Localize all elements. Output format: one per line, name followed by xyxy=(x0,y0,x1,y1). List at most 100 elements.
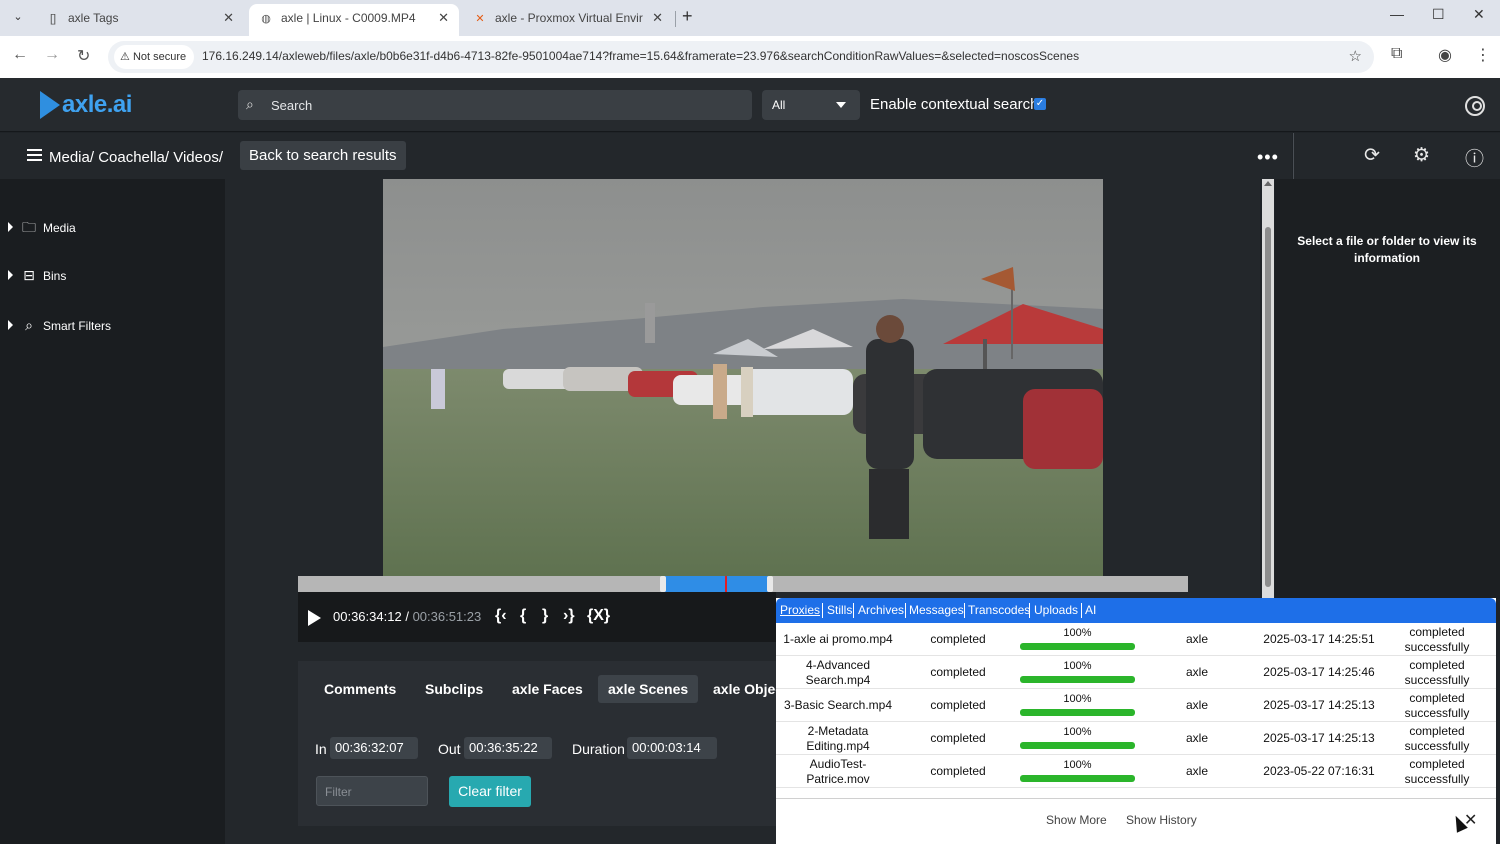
show-more-link[interactable]: Show More xyxy=(1046,813,1107,827)
omnibox[interactable]: ⚠ Not secure 176.16.249.14/axleweb/files… xyxy=(108,41,1374,73)
browser-tab-2[interactable]: ◍ axle | Linux - C0009.MP4 ✕ xyxy=(249,4,459,36)
breadcrumb[interactable]: Media/ Coachella/ Videos/ xyxy=(49,149,223,166)
job-progress-bar xyxy=(1020,742,1135,749)
job-progress-bar xyxy=(1020,643,1135,650)
tab-comments[interactable]: Comments xyxy=(314,675,406,703)
close-tab-icon[interactable]: ✕ xyxy=(652,4,663,32)
browser-tab-1[interactable]: [] axle Tags ✕ xyxy=(36,4,244,36)
timeline-playhead[interactable] xyxy=(725,576,727,592)
search-scope-select[interactable]: All xyxy=(762,90,860,120)
set-in-icon[interactable]: { xyxy=(520,607,526,625)
info-icon[interactable]: ⓘ xyxy=(1465,144,1484,171)
maximize-icon[interactable]: ☐ xyxy=(1432,6,1445,23)
filter-input[interactable]: Filter xyxy=(316,776,428,806)
timeline-selection[interactable] xyxy=(663,576,770,592)
show-history-link[interactable]: Show History xyxy=(1126,813,1197,827)
back-to-results-button[interactable]: Back to search results xyxy=(240,141,406,170)
address-bar-row: ← → ↻ ⚠ Not secure 176.16.249.14/axleweb… xyxy=(0,36,1500,78)
new-tab-icon[interactable]: + xyxy=(682,6,693,27)
expand-arrow-icon[interactable] xyxy=(8,222,13,232)
tab-search-button[interactable]: ⌄ xyxy=(8,6,28,28)
jobs-tab-uploads[interactable]: Uploads xyxy=(1034,603,1078,617)
job-time: 2025-03-17 14:25:13 xyxy=(1263,731,1375,745)
job-row[interactable]: 2-Metadata Editing.mp4 completed 100% ax… xyxy=(776,722,1496,755)
tab-axle-scenes[interactable]: axle Scenes xyxy=(598,675,699,703)
user-account-icon[interactable] xyxy=(1465,96,1485,116)
timecode: 00:36:34:12 / 00:36:51:23 xyxy=(333,609,481,624)
job-row[interactable]: 3-Basic Search.mp4 completed 100% axle 2… xyxy=(776,689,1496,722)
jobs-tab-stills[interactable]: Stills xyxy=(827,603,852,617)
back-arrow-icon[interactable]: ← xyxy=(12,46,28,64)
out-label: Out xyxy=(438,741,461,757)
timeline-in-handle[interactable] xyxy=(660,576,666,592)
url-text[interactable]: 176.16.249.14/axleweb/files/axle/b0b6e31… xyxy=(202,49,1079,63)
job-result: completed successfully xyxy=(1404,691,1470,720)
browser-menu-icon[interactable]: ⋮ xyxy=(1475,45,1491,65)
sidebar-item-media[interactable]: 🗀 Media xyxy=(8,217,76,237)
hamburger-menu-icon[interactable] xyxy=(27,149,42,161)
jobs-tab-archives[interactable]: Archives xyxy=(858,603,904,617)
minimize-icon[interactable]: — xyxy=(1390,6,1404,22)
job-progress-text: 100% xyxy=(1063,660,1092,672)
tab-axle-faces[interactable]: axle Faces xyxy=(502,675,593,703)
job-file: AudioTest-Patrice.mov xyxy=(806,757,870,786)
jobs-tab-proxies[interactable]: Proxies xyxy=(780,603,820,617)
logo-chevron-icon xyxy=(40,91,60,119)
profile-icon[interactable]: ◉ xyxy=(1438,45,1452,65)
duration-field: 00:00:03:14 xyxy=(627,737,717,759)
jobs-footer: Show More Show History ✕ xyxy=(776,798,1496,844)
extensions-icon[interactable]: ⧉ xyxy=(1391,45,1402,63)
settings-gear-icon[interactable]: ⚙ xyxy=(1413,144,1430,167)
go-to-in-icon[interactable]: {‹ xyxy=(495,607,507,625)
in-timecode-field[interactable]: 00:36:32:07 xyxy=(330,737,418,759)
job-status: completed xyxy=(930,731,986,745)
security-chip[interactable]: ⚠ Not secure xyxy=(114,45,195,69)
jobs-tab-ai[interactable]: AI xyxy=(1085,603,1096,617)
sidebar: 🗀 Media ⊟ Bins ⌕ Smart Filters xyxy=(0,179,225,844)
jobs-tab-transcodes[interactable]: Transcodes xyxy=(968,603,1030,617)
set-out-icon[interactable]: } xyxy=(542,607,548,625)
job-row[interactable]: AudioTest-Patrice.mov completed 100% axl… xyxy=(776,755,1496,788)
video-player[interactable] xyxy=(383,179,1103,576)
search-input[interactable]: ⌕ Search xyxy=(238,90,752,120)
job-progress-bar xyxy=(1020,709,1135,716)
more-options-icon[interactable]: ••• xyxy=(1257,147,1279,168)
tab-subclips[interactable]: Subclips xyxy=(415,675,493,703)
scroll-up-arrow-icon[interactable] xyxy=(1264,181,1272,186)
sidebar-item-label: Media xyxy=(43,221,76,235)
go-to-out-icon[interactable]: ›} xyxy=(563,607,575,625)
expand-arrow-icon[interactable] xyxy=(8,320,13,330)
clear-in-out-icon[interactable]: {X} xyxy=(587,607,610,625)
axle-logo[interactable]: axle.ai xyxy=(40,90,132,120)
metadata-panel: Comments Subclips axle Faces axle Scenes… xyxy=(298,661,783,826)
job-progress-bar xyxy=(1020,676,1135,683)
close-tab-icon[interactable]: ✕ xyxy=(223,4,234,32)
sidebar-item-smart-filters[interactable]: ⌕ Smart Filters xyxy=(8,315,111,335)
play-icon[interactable] xyxy=(308,610,321,626)
job-file: 2-Metadata Editing.mp4 xyxy=(806,724,870,753)
job-row[interactable]: 4-Advanced Search.mp4 completed 100% axl… xyxy=(776,656,1496,689)
window-close-icon[interactable]: ✕ xyxy=(1473,6,1485,23)
job-progress-text: 100% xyxy=(1063,627,1092,639)
refresh-icon[interactable]: ⟳ xyxy=(1364,144,1380,167)
job-result: completed successfully xyxy=(1404,757,1470,786)
clear-filter-button[interactable]: Clear filter xyxy=(449,776,531,807)
jobs-tab-bar: Proxies Stills Archives Messages Transco… xyxy=(776,598,1496,623)
job-user: axle xyxy=(1185,632,1208,646)
out-timecode-field[interactable]: 00:36:35:22 xyxy=(464,737,552,759)
job-time: 2025-03-17 14:25:51 xyxy=(1263,632,1375,646)
sidebar-item-bins[interactable]: ⊟ Bins xyxy=(8,265,66,285)
reload-icon[interactable]: ↻ xyxy=(77,46,90,66)
jobs-tab-messages[interactable]: Messages xyxy=(909,603,964,617)
timeline-scrubber[interactable] xyxy=(298,576,1188,592)
contextual-search-checkbox[interactable]: ✓ xyxy=(1034,98,1046,110)
close-tab-icon[interactable]: ✕ xyxy=(438,4,449,32)
job-row[interactable]: 1-axle ai promo.mp4 completed 100% axle … xyxy=(776,623,1496,656)
bookmark-star-icon[interactable]: ☆ xyxy=(1349,47,1362,65)
forward-arrow-icon[interactable]: → xyxy=(44,46,60,64)
timeline-out-handle[interactable] xyxy=(767,576,773,592)
scrollbar-thumb[interactable] xyxy=(1265,227,1271,587)
expand-arrow-icon[interactable] xyxy=(8,270,13,280)
browser-tab-3[interactable]: ✕ axle - Proxmox Virtual Environm ✕ xyxy=(463,4,673,36)
tag-page-icon: [] xyxy=(49,13,57,25)
